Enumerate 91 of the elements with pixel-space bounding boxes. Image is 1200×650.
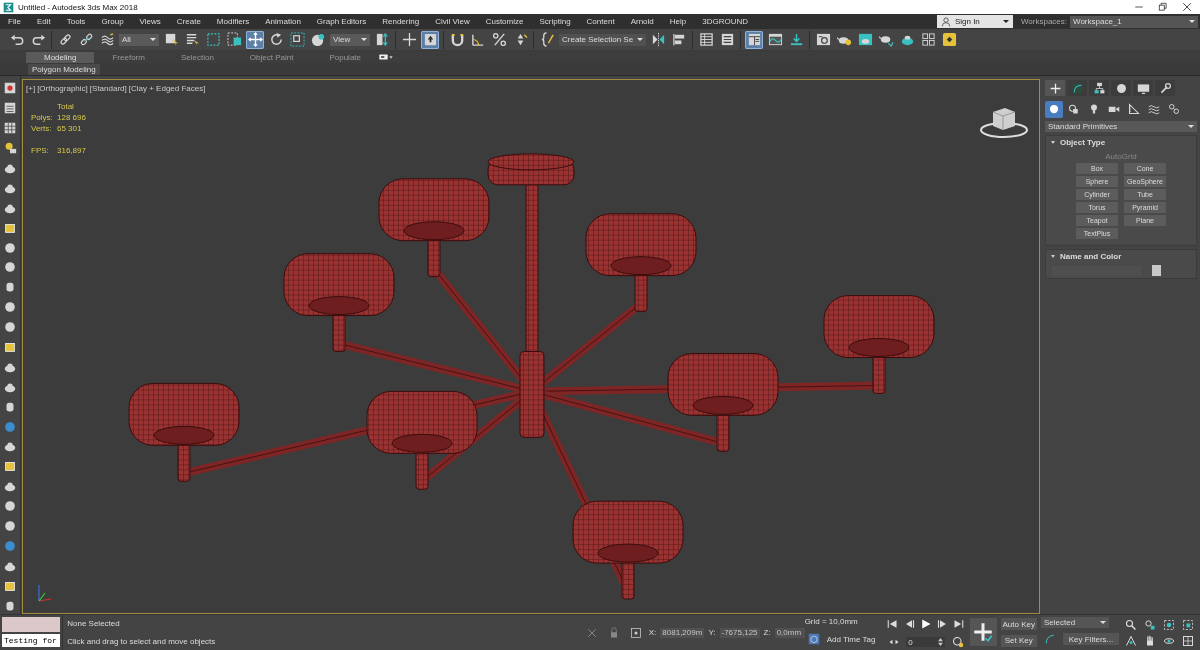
y-coordinate-field[interactable]: -7675,125: [719, 627, 760, 638]
script-input-field[interactable]: [2, 617, 61, 632]
viewport-menu-label[interactable]: [Orthographic]: [37, 84, 88, 93]
field-of-view-icon[interactable]: [1123, 634, 1139, 648]
menu-item[interactable]: Views: [131, 17, 169, 26]
stat-value: 128 696: [57, 113, 86, 122]
ribbon-tab[interactable]: Selection: [162, 51, 232, 63]
frame-field[interactable]: 0: [906, 637, 946, 647]
motion-icon[interactable]: [1111, 80, 1131, 96]
restore-icon[interactable]: [1158, 2, 1168, 12]
selection-set-dropdown[interactable]: Create Selection Se: [559, 33, 647, 46]
window-layout-icon[interactable]: [745, 30, 764, 49]
zoom-all-icon[interactable]: [1142, 618, 1158, 632]
viewport-menu-label[interactable]: [Clay + Edged Faces]: [128, 84, 206, 93]
workspace-dropdown[interactable]: Workspace_1: [1070, 15, 1198, 28]
menu-item[interactable]: 3DGROUND: [694, 17, 756, 26]
menu-item[interactable]: Civil View: [427, 17, 478, 26]
stat-label: Polys:: [31, 113, 54, 122]
toolbar-dropdown[interactable]: View: [330, 33, 370, 46]
close-icon[interactable]: [1182, 2, 1192, 12]
menu-item[interactable]: Create: [168, 17, 209, 26]
sign-in-button[interactable]: Sign In: [936, 15, 1013, 28]
selection-status: None Selected: [67, 619, 121, 629]
z-coordinate-field[interactable]: 0,0mm: [774, 627, 805, 638]
key-filters-button[interactable]: Key Filters...: [1063, 633, 1119, 645]
menu-item[interactable]: Tools: [58, 17, 94, 26]
ribbon-tab[interactable]: Object Paint: [231, 51, 312, 63]
menu-item[interactable]: Modifiers: [208, 17, 258, 26]
crosshair-icon[interactable]: [400, 30, 418, 49]
ribbon-tab[interactable]: Modeling: [26, 51, 95, 63]
workspaces-label: Workspaces:: [1020, 17, 1067, 26]
script-output-field[interactable]: Testing for: [2, 634, 61, 647]
add-time-tag-text[interactable]: Add Time Tag: [826, 634, 876, 644]
hierarchy-icon[interactable]: [1089, 80, 1109, 96]
auto-key-button[interactable]: Auto Key: [1000, 618, 1037, 631]
menu-item[interactable]: Content: [578, 17, 623, 26]
menu-item[interactable]: Scripting: [531, 17, 579, 26]
plus-icon[interactable]: [1045, 80, 1065, 96]
wrench-icon[interactable]: [1155, 80, 1175, 96]
fps-value: 316,897: [57, 146, 86, 155]
toolbar-dropdown[interactable]: All: [119, 33, 159, 46]
primitives-dropdown[interactable]: Standard Primitives: [1045, 121, 1197, 132]
window-title: Untitled - Autodesk 3ds Max 2018: [18, 2, 138, 12]
zoom-extents-icon[interactable]: [1161, 618, 1177, 632]
menu-item[interactable]: Graph Editors: [308, 17, 375, 26]
grid-icon[interactable]: [919, 30, 938, 49]
menu-item[interactable]: Group: [93, 17, 132, 26]
monitor-icon[interactable]: [1133, 80, 1153, 96]
spinner-arrows-icon[interactable]: [938, 638, 944, 646]
diamond-square-icon[interactable]: [940, 30, 959, 49]
fps-label: FPS:: [31, 146, 50, 155]
window-crossing-icon[interactable]: [225, 30, 243, 49]
move-icon[interactable]: [246, 30, 264, 49]
z-label: Z:: [763, 628, 771, 637]
stat-label: Verts:: [31, 124, 53, 133]
ribbon-tab[interactable]: Populate: [311, 51, 379, 63]
viewport-menu-label[interactable]: [+]: [26, 84, 36, 93]
dashed-rectangle-icon[interactable]: [204, 30, 222, 49]
menu-item[interactable]: File: [0, 17, 29, 26]
scale-icon[interactable]: [288, 30, 306, 49]
key-mode-dropdown[interactable]: Selected: [1041, 617, 1109, 628]
color-swatch[interactable]: [1152, 265, 1161, 276]
menu-item[interactable]: Customize: [477, 17, 532, 26]
rollout-header[interactable]: Name and Color: [1046, 250, 1196, 263]
prompt-text: Click and drag to select and move objects: [67, 636, 217, 646]
stat-value: 65 301: [57, 124, 83, 133]
set-key-button[interactable]: Set Key: [1000, 634, 1037, 647]
ribbon-panel-button[interactable]: Polygon Modeling: [28, 63, 100, 75]
rollout-header[interactable]: Object Type: [1046, 136, 1196, 149]
grid-size-text: Grid = 10,0mm: [804, 617, 859, 626]
set-keys-button[interactable]: [969, 618, 997, 646]
menu-item[interactable]: Animation: [257, 17, 309, 26]
x-label: X:: [648, 628, 657, 637]
menu-item[interactable]: Arnold: [622, 17, 662, 26]
stats-heading: Total: [57, 102, 75, 111]
maximize-viewport-icon[interactable]: [1180, 634, 1196, 648]
percent-icon[interactable]: [490, 30, 508, 49]
menu-item[interactable]: Help: [661, 17, 695, 26]
menu-item[interactable]: Rendering: [374, 17, 428, 26]
bend-icon[interactable]: [1067, 80, 1087, 96]
ribbon-tab[interactable]: Freeform: [94, 51, 163, 63]
x-coordinate-field[interactable]: 8081,209m: [660, 627, 705, 638]
arrow-box-icon[interactable]: [421, 30, 439, 49]
viewport-menu-label[interactable]: [Standard]: [89, 84, 127, 93]
user-icon: [940, 16, 951, 27]
zoom-extents-all-icon[interactable]: [1180, 618, 1196, 632]
menu-item[interactable]: Edit: [28, 17, 59, 26]
table-icon[interactable]: [697, 30, 716, 49]
zoom-icon[interactable]: [1123, 618, 1139, 632]
y-label: Y:: [708, 628, 716, 637]
toggle-switch-icon[interactable]: [379, 52, 393, 62]
